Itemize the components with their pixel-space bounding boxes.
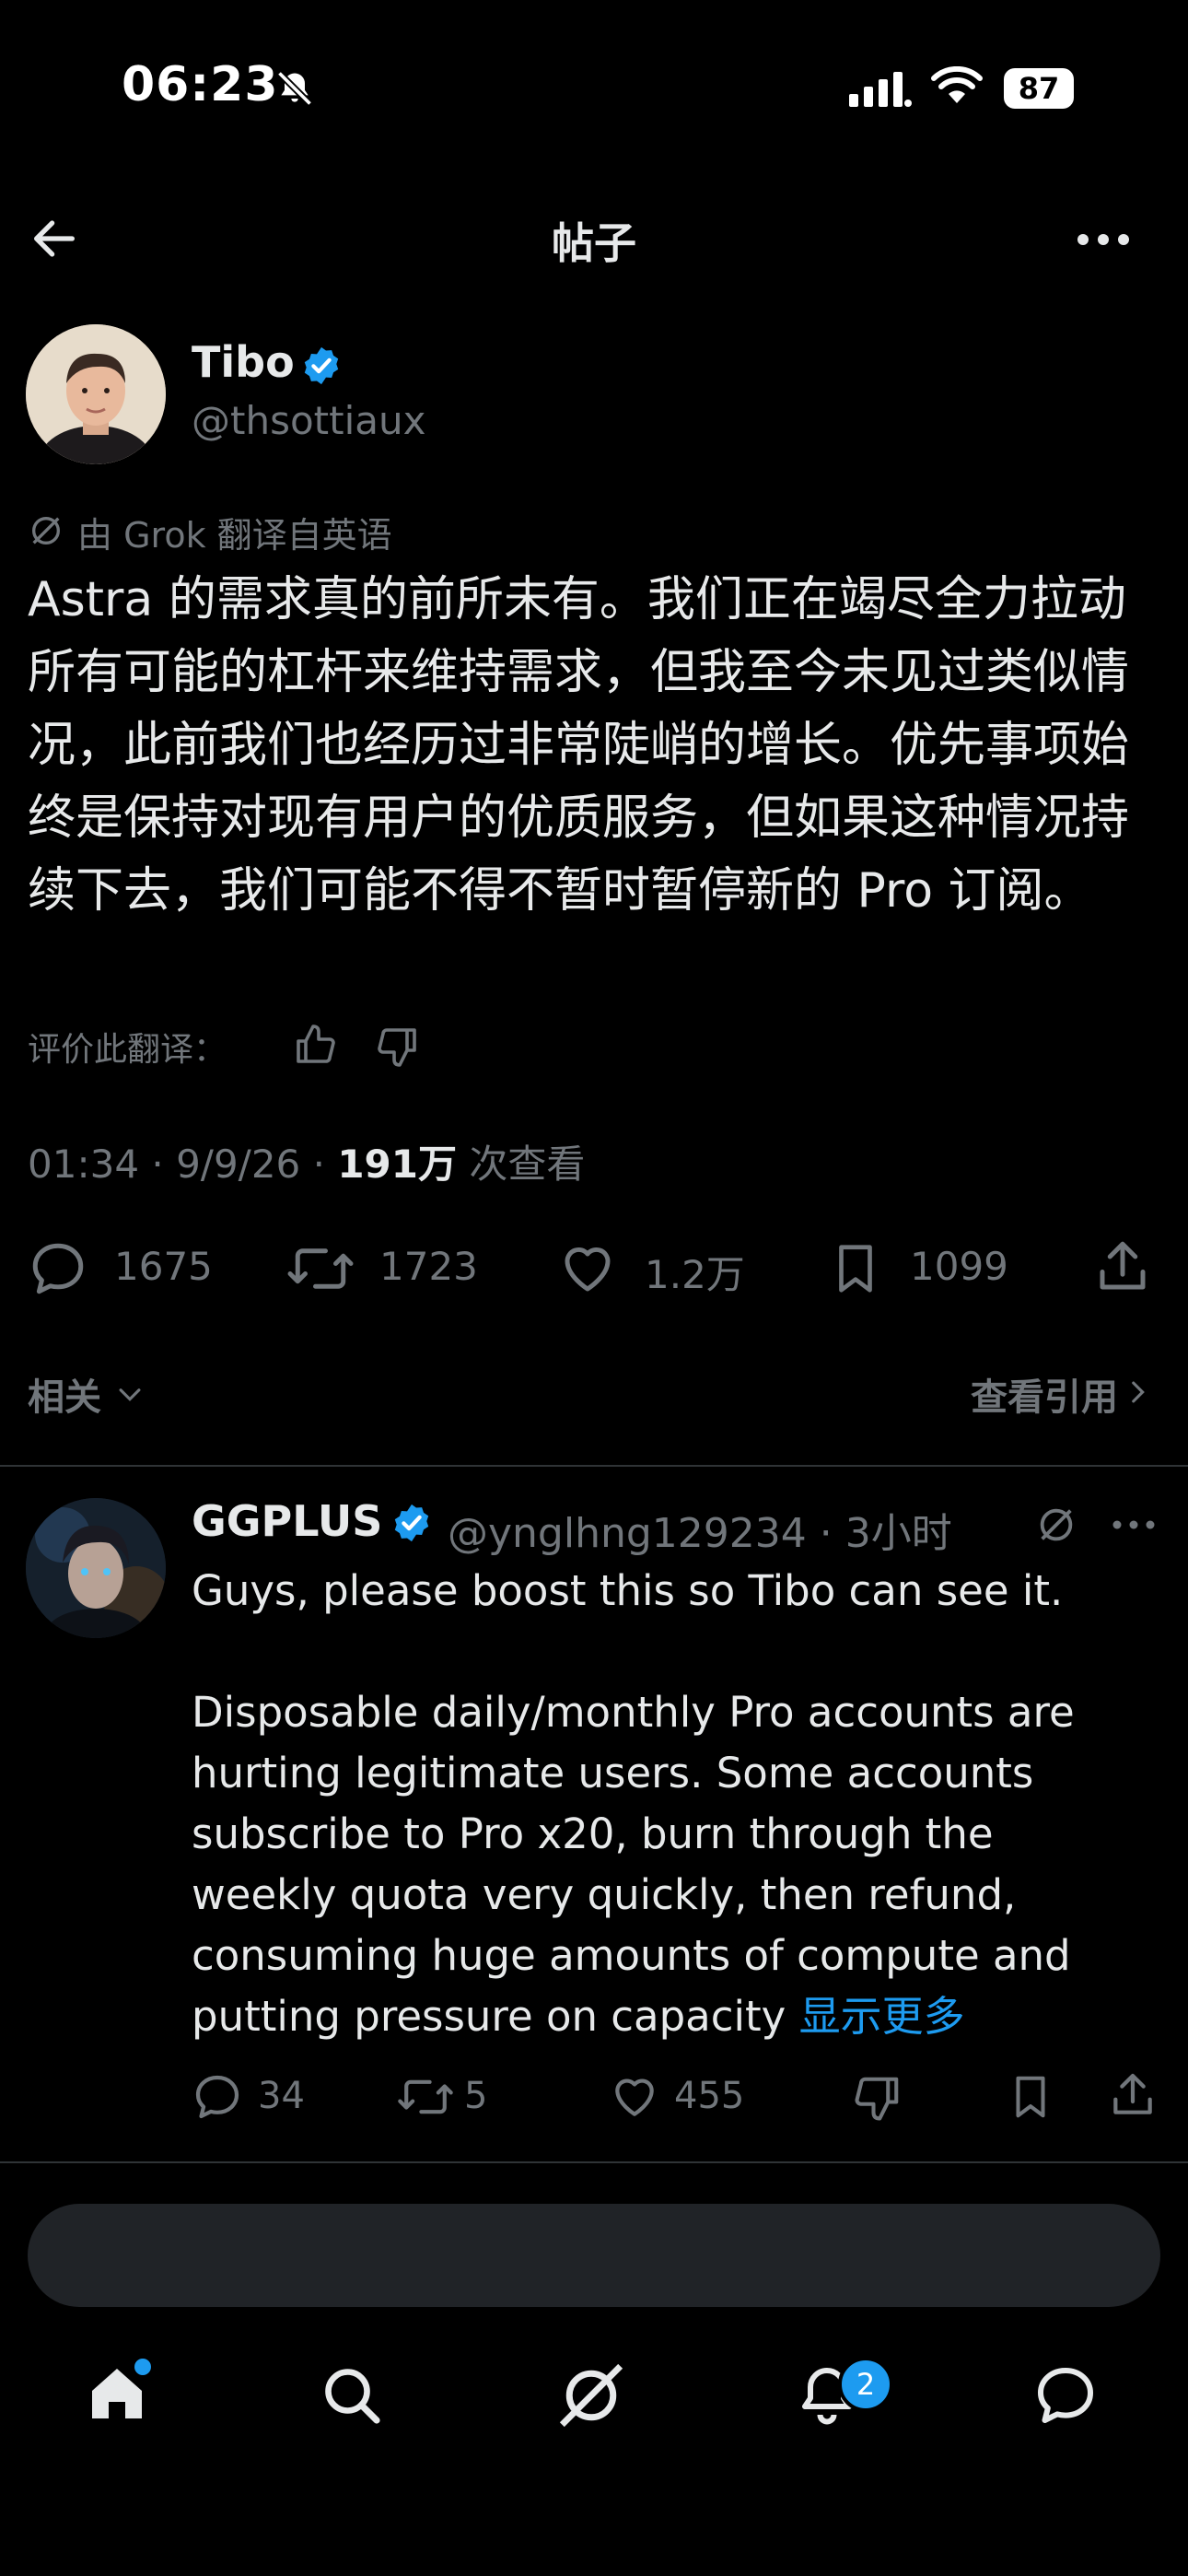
author-avatar[interactable]: [26, 324, 166, 464]
post-meta: 01:34 · 9/9/26 · 191万 次查看: [28, 1133, 585, 1189]
notifications-badge: 2: [838, 2357, 893, 2412]
chevron-right-icon[interactable]: [1122, 1376, 1153, 1408]
share-icon[interactable]: [1107, 2069, 1159, 2121]
view-count: 191万: [337, 1142, 457, 1187]
view-quotes-link[interactable]: 查看引用: [971, 1367, 1118, 1421]
thumbs-down-icon[interactable]: [376, 1025, 420, 1069]
reply-author-name[interactable]: GGPLUS: [192, 1496, 382, 1546]
translated-label: 由 Grok 翻译自英语: [77, 515, 392, 556]
reply-handle-time[interactable]: @ynglhng129234 · 3小时: [448, 1500, 952, 1559]
show-more-link[interactable]: 显示更多: [799, 1992, 965, 2041]
author-name[interactable]: Tibo: [192, 337, 295, 387]
reply-icon[interactable]: [28, 1238, 88, 1299]
reply-line: Guys, please boost this so Tibo can see …: [192, 1566, 1064, 1615]
more-options-icon[interactable]: [1111, 1511, 1157, 1539]
grok-icon[interactable]: [556, 2360, 626, 2430]
divider: [0, 1465, 1188, 1467]
thumbs-up-icon[interactable]: [293, 1023, 337, 1067]
chevron-down-icon[interactable]: [114, 1378, 146, 1410]
reply-author-avatar[interactable]: [26, 1498, 166, 1638]
verified-badge-icon: [300, 345, 343, 387]
reply-paragraph-text: Disposable daily/monthly Pro accounts ar…: [192, 1688, 1075, 2041]
share-icon[interactable]: [1092, 1236, 1153, 1297]
reply-compose-input[interactable]: [28, 2204, 1160, 2307]
silent-bell-icon: [274, 68, 315, 109]
like-heart-icon[interactable]: [556, 1238, 619, 1299]
cellular-signal-icon: [849, 70, 914, 107]
home-unread-dot: [134, 2359, 151, 2375]
bookmark-count: 1099: [910, 1244, 1008, 1289]
messages-icon[interactable]: [1031, 2362, 1100, 2429]
repost-icon[interactable]: [287, 1238, 354, 1299]
post-timestamp: 01:34 · 9/9/26 ·: [28, 1142, 338, 1187]
divider: [0, 2161, 1188, 2163]
repost-count: 1723: [379, 1244, 478, 1289]
wifi-icon: [930, 66, 984, 107]
reply-count: 1675: [114, 1244, 213, 1289]
more-options-icon[interactable]: [1074, 221, 1133, 258]
grok-icon[interactable]: [1035, 1504, 1077, 1546]
rate-translation-label: 评价此翻译：: [28, 1031, 227, 1069]
bookmark-icon[interactable]: [827, 1238, 884, 1299]
reply-like-count: 455: [674, 2075, 745, 2117]
status-time: 06:23: [122, 57, 279, 112]
views-label: 次查看: [457, 1142, 586, 1187]
reply-reply-count: 34: [258, 2075, 305, 2117]
post-body: Astra 的需求真的前所未有。我们正在竭尽全力拉动所有可能的杠杆来维持需求，但…: [28, 572, 1130, 919]
repost-icon[interactable]: [398, 2071, 453, 2123]
bookmark-icon[interactable]: [1006, 2071, 1055, 2123]
search-icon[interactable]: [319, 2362, 385, 2429]
reply-body: Guys, please boost this so Tibo can see …: [192, 1561, 1131, 2047]
author-handle[interactable]: @thsottiaux: [192, 398, 425, 443]
like-heart-icon[interactable]: [608, 2071, 661, 2123]
reply-paragraph: Disposable daily/monthly Pro accounts ar…: [192, 1682, 1131, 2047]
thumbs-down-icon[interactable]: [853, 2073, 903, 2123]
grok-icon: [28, 512, 64, 549]
like-count: 1.2万: [645, 1252, 745, 1297]
related-label: 相关: [28, 1376, 101, 1419]
reply-icon[interactable]: [192, 2071, 243, 2123]
reply-repost-count: 5: [464, 2075, 488, 2117]
related-dropdown[interactable]: 相关: [28, 1367, 101, 1421]
page-title: 帖子: [552, 218, 636, 268]
battery-indicator: 87: [1004, 68, 1074, 109]
verified-badge-icon: [390, 1502, 433, 1544]
